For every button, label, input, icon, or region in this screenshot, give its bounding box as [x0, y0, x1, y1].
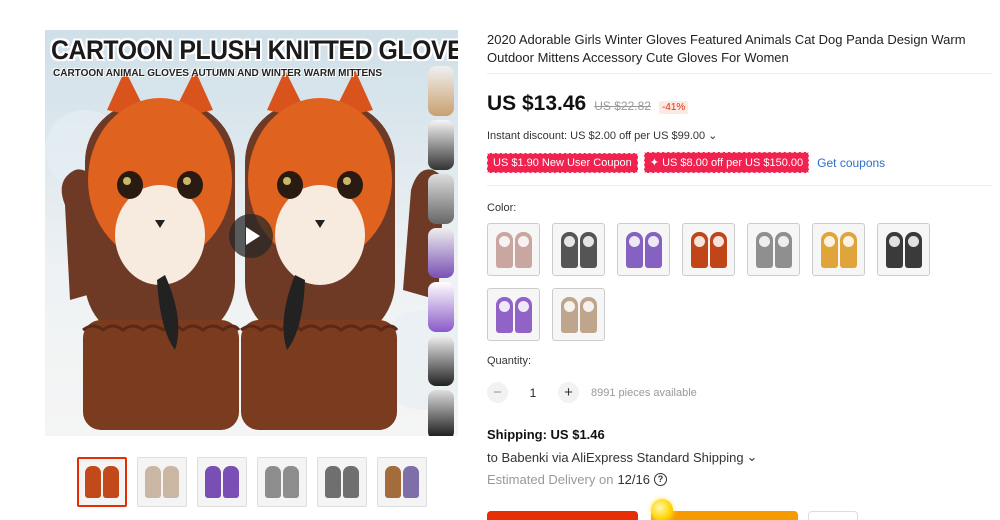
shipping-method-text: to Babenki via AliExpress Standard Shipp…	[487, 449, 744, 465]
color-option-gray-wolf[interactable]	[747, 223, 800, 276]
help-icon[interactable]: ?	[654, 473, 667, 486]
thumbnail-wolf-gray[interactable]	[257, 457, 307, 507]
divider	[487, 185, 992, 186]
instant-discount[interactable]: Instant discount: US $2.00 off per US $9…	[487, 129, 718, 143]
variant-owl-image	[428, 66, 454, 116]
color-option-purple-owl[interactable]	[487, 288, 540, 341]
get-coupons-link[interactable]: Get coupons	[817, 156, 885, 170]
add-to-cart-button[interactable]	[651, 511, 798, 520]
coin-icon	[651, 499, 673, 520]
product-title: 2020 Adorable Girls Winter Gloves Featur…	[487, 32, 966, 65]
color-option-tan-owl[interactable]	[552, 288, 605, 341]
shipping-method[interactable]: to Babenki via AliExpress Standard Shipp…	[487, 449, 757, 465]
thumbnail-panda-gray[interactable]	[317, 457, 367, 507]
variant-owl-purple-image	[428, 228, 454, 278]
thumbnail-list	[77, 457, 427, 507]
banner-subtitle: CARTOON ANIMAL GLOVES AUTUMN AND WINTER …	[53, 68, 383, 79]
color-option-fox[interactable]	[682, 223, 735, 276]
variant-wolf-image	[428, 174, 454, 224]
instant-discount-text: Instant discount: US $2.00 off per US $9…	[487, 129, 706, 142]
estimated-delivery: Estimated Delivery on 12/16 ?	[487, 472, 667, 487]
banner-title: CARTOON PLUSH KNITTED GLOVES	[51, 35, 458, 65]
quantity-stepper: − 1 + 8991 pieces available	[487, 382, 697, 403]
color-option-pink-panda[interactable]	[487, 223, 540, 276]
coupon-row: US $1.90 New User Coupon ✦ US $8.00 off …	[487, 152, 885, 173]
color-option-yellow-owl[interactable]	[812, 223, 865, 276]
discount-badge: -41%	[658, 101, 689, 114]
variant-panda-image	[428, 120, 454, 170]
quantity-label: Quantity:	[487, 355, 532, 367]
main-product-image[interactable]: CARTOON PLUSH KNITTED GLOVES CARTOON ANI…	[45, 30, 458, 436]
play-video-button[interactable]	[229, 214, 273, 258]
chevron-down-icon: ⌄	[746, 449, 758, 464]
thumbnail-owl-tan[interactable]	[137, 457, 187, 507]
color-option-purple-cat[interactable]	[617, 223, 670, 276]
color-option-black-cat[interactable]	[877, 223, 930, 276]
increase-quantity-button[interactable]: +	[558, 382, 579, 403]
delivery-date: 12/16	[617, 472, 650, 487]
color-label: Color:	[487, 202, 517, 214]
original-price: US $22.82	[594, 99, 651, 113]
variant-fox-purple-image	[428, 282, 454, 332]
divider	[487, 73, 992, 74]
quantity-value[interactable]: 1	[518, 386, 548, 400]
thumbnail-owl-purple[interactable]	[197, 457, 247, 507]
price-row: US $13.46 US $22.82 -41%	[487, 92, 689, 116]
chevron-down-icon: ⌄	[708, 130, 718, 142]
color-swatches	[487, 223, 957, 341]
variant-raccoon-image	[428, 390, 454, 436]
decrease-quantity-button[interactable]: −	[487, 382, 508, 403]
wishlist-button[interactable]	[808, 511, 858, 520]
shipping-price: Shipping: US $1.46	[487, 427, 605, 442]
variant-panda-black-image	[428, 336, 454, 386]
current-price: US $13.46	[487, 92, 587, 115]
thumbnail-fox[interactable]	[77, 457, 127, 507]
thumbnail-assorted[interactable]	[377, 457, 427, 507]
color-option-panda[interactable]	[552, 223, 605, 276]
variant-strip	[428, 66, 454, 436]
new-user-coupon[interactable]: US $1.90 New User Coupon	[487, 152, 638, 173]
store-coupon[interactable]: ✦ US $8.00 off per US $150.00	[643, 152, 810, 173]
delivery-prefix: Estimated Delivery on	[487, 472, 614, 487]
stock-available: 8991 pieces available	[591, 386, 697, 399]
buy-now-button[interactable]	[487, 511, 638, 520]
